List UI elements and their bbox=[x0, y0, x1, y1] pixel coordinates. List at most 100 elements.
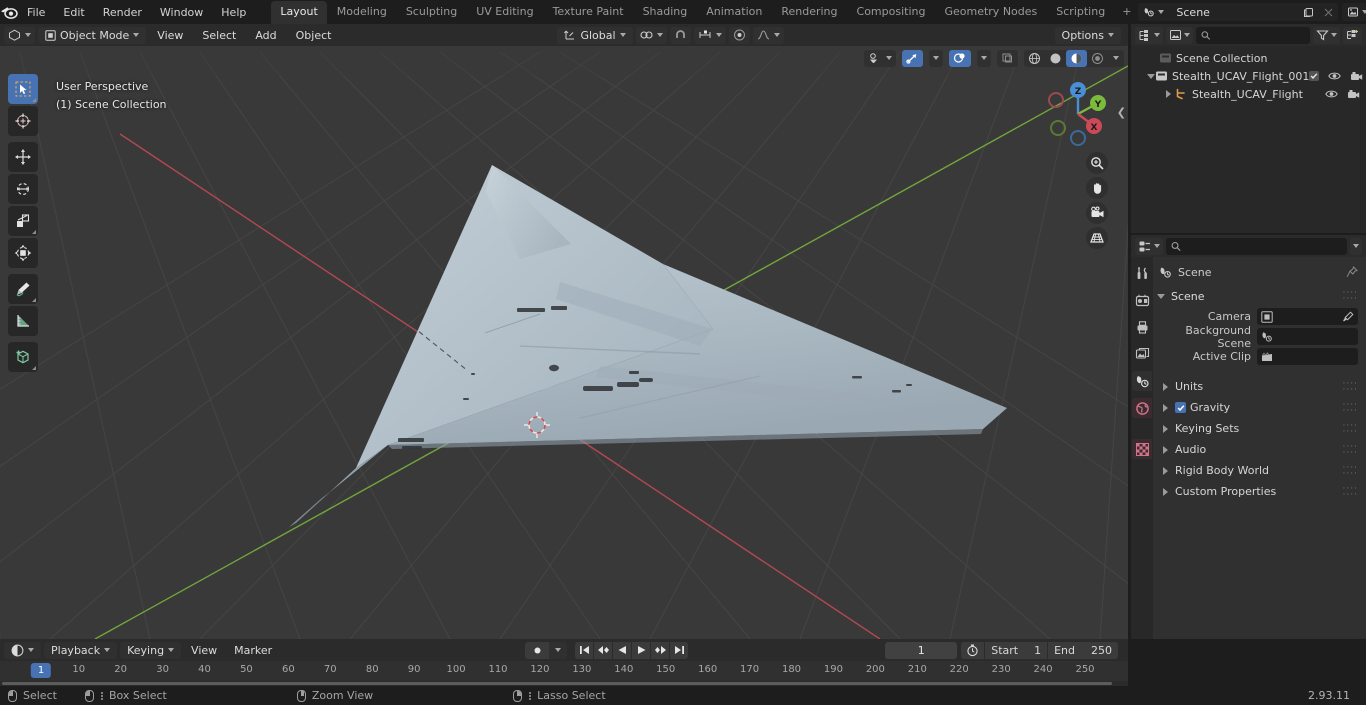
menu-edit[interactable]: Edit bbox=[54, 3, 93, 22]
3d-viewport[interactable]: Object Mode View Select Add Object Globa… bbox=[0, 24, 1128, 639]
add-cube-tool-button[interactable] bbox=[8, 342, 38, 372]
timeline-menu-view[interactable]: View bbox=[184, 642, 224, 659]
object-visibility-dropdown[interactable] bbox=[864, 49, 896, 67]
workspace-tab-geometry-nodes[interactable]: Geometry Nodes bbox=[935, 1, 1046, 24]
keying-dropdown[interactable]: Keying bbox=[120, 641, 182, 659]
start-frame-field[interactable]: Start 1 bbox=[985, 642, 1047, 659]
auto-keying-options-dropdown[interactable] bbox=[549, 641, 568, 659]
menu-file[interactable]: File bbox=[18, 3, 54, 22]
use-preview-range-button[interactable] bbox=[961, 642, 984, 659]
proportional-edit-button[interactable] bbox=[728, 26, 750, 44]
timeline-horizontal-scrollbar[interactable] bbox=[2, 682, 1112, 685]
gizmo-toggle-button[interactable] bbox=[902, 49, 923, 67]
texture-tab[interactable] bbox=[1132, 439, 1152, 459]
keying-sets-section[interactable]: Keying Sets ···· ···· bbox=[1153, 419, 1366, 438]
camera-field[interactable] bbox=[1257, 308, 1358, 325]
rotate-tool-button[interactable] bbox=[8, 174, 38, 204]
camera-icon[interactable] bbox=[1086, 202, 1108, 224]
shading-options-dropdown[interactable] bbox=[1108, 50, 1124, 67]
shading-rendered-button[interactable] bbox=[1087, 50, 1108, 67]
menu-window[interactable]: Window bbox=[151, 3, 212, 22]
outliner-row-collection-001[interactable]: Stealth_UCAV_Flight_001 bbox=[1131, 67, 1366, 85]
scene-panel-header[interactable]: Scene ···· ···· bbox=[1153, 287, 1366, 305]
outliner-row-mesh-object[interactable]: Stealth_UCAV_Flight bbox=[1131, 85, 1366, 103]
annotate-tool-button[interactable] bbox=[8, 274, 38, 304]
workspace-tab-compositing[interactable]: Compositing bbox=[848, 1, 935, 24]
properties-editor-type-button[interactable] bbox=[1135, 237, 1163, 255]
outliner-display-mode-button[interactable] bbox=[1166, 26, 1193, 44]
falloff-dropdown[interactable] bbox=[752, 26, 784, 44]
gizmo-options-dropdown[interactable] bbox=[929, 49, 943, 67]
workspace-tab-uv-editing[interactable]: UV Editing bbox=[467, 1, 542, 24]
timeline-ruler[interactable]: 1 10 20 30 40 50 60 70 80 90 100 110 120 130 140 150 16… bbox=[0, 661, 1128, 681]
viewport-menu-select[interactable]: Select bbox=[194, 27, 244, 44]
workspace-tab-modeling[interactable]: Modeling bbox=[328, 1, 396, 24]
shading-wireframe-button[interactable] bbox=[1024, 50, 1045, 67]
transform-tool-button[interactable] bbox=[8, 238, 38, 268]
zoom-icon[interactable] bbox=[1086, 152, 1108, 174]
jump-to-prev-keyframe-button[interactable] bbox=[594, 641, 613, 659]
timeline-playhead[interactable]: 1 bbox=[30, 663, 52, 678]
properties-search-input[interactable] bbox=[1166, 237, 1347, 255]
sidebar-expand-arrow[interactable]: ❮ bbox=[1117, 106, 1126, 119]
jump-to-next-keyframe-button[interactable] bbox=[651, 641, 670, 659]
jump-to-end-button[interactable] bbox=[670, 641, 689, 659]
outliner-search-input[interactable] bbox=[1196, 26, 1310, 44]
expand-triangle[interactable] bbox=[1147, 73, 1155, 79]
exclude-checkbox[interactable] bbox=[1309, 71, 1320, 81]
viewport-options-dropdown[interactable]: Options bbox=[1054, 26, 1121, 44]
output-tab[interactable] bbox=[1132, 317, 1152, 337]
outliner-editor-type-button[interactable] bbox=[1135, 26, 1163, 44]
snap-magnet-button[interactable] bbox=[669, 26, 691, 44]
overlays-toggle-button[interactable] bbox=[949, 49, 971, 67]
move-tool-button[interactable] bbox=[8, 142, 38, 172]
pin-icon[interactable] bbox=[1346, 266, 1358, 278]
background-scene-field[interactable] bbox=[1257, 328, 1358, 345]
properties-search-field[interactable] bbox=[1185, 239, 1342, 253]
timeline-editor-type-button[interactable] bbox=[4, 641, 41, 659]
grid-icon[interactable] bbox=[1086, 227, 1108, 249]
outliner-editor[interactable]: Scene Collection Stealth_UCAV_Flight_001 bbox=[1131, 24, 1366, 233]
workspace-tab-sculpting[interactable]: Sculpting bbox=[397, 1, 466, 24]
cursor-tool-button[interactable] bbox=[8, 106, 38, 136]
play-button[interactable] bbox=[632, 641, 651, 659]
outliner-search-field[interactable] bbox=[1214, 28, 1305, 42]
workspace-tab-rendering[interactable]: Rendering bbox=[772, 1, 846, 24]
playback-dropdown[interactable]: Playback bbox=[44, 641, 118, 659]
workspace-tab-animation[interactable]: Animation bbox=[697, 1, 771, 24]
outliner-filter-button[interactable] bbox=[1313, 26, 1340, 44]
timeline-editor[interactable]: Playback Keying View Marker 1 Start 1 En… bbox=[0, 639, 1128, 686]
object-mode-dropdown[interactable]: Object Mode bbox=[38, 26, 147, 44]
menu-render[interactable]: Render bbox=[94, 3, 151, 22]
tweak-tool-button[interactable] bbox=[8, 74, 38, 104]
eye-icon[interactable] bbox=[1325, 89, 1338, 99]
shading-material-preview-button[interactable] bbox=[1066, 49, 1087, 67]
workspace-tab-scripting[interactable]: Scripting bbox=[1047, 1, 1114, 24]
view-layer-tab[interactable] bbox=[1132, 344, 1152, 364]
timeline-menu-marker[interactable]: Marker bbox=[227, 642, 279, 659]
properties-editor[interactable]: Scene Scene ···· ···· Camera Background … bbox=[1131, 235, 1366, 639]
gravity-section[interactable]: Gravity ···· ···· bbox=[1153, 398, 1366, 417]
add-workspace-button[interactable]: + bbox=[1115, 1, 1138, 24]
world-tab[interactable] bbox=[1132, 398, 1152, 418]
hand-icon[interactable] bbox=[1086, 177, 1108, 199]
new-scene-button[interactable] bbox=[1298, 3, 1319, 21]
navigation-gizmo[interactable]: Z Y X bbox=[1038, 74, 1118, 154]
snap-target-dropdown[interactable] bbox=[693, 26, 726, 44]
camera-icon[interactable] bbox=[1347, 89, 1360, 99]
play-reverse-button[interactable] bbox=[613, 641, 632, 659]
workspace-tab-layout[interactable]: Layout bbox=[271, 0, 327, 24]
viewport-menu-object[interactable]: Object bbox=[288, 27, 340, 44]
tool-tab[interactable] bbox=[1132, 263, 1152, 283]
workspace-tab-texture-paint[interactable]: Texture Paint bbox=[544, 1, 633, 24]
shading-solid-button[interactable] bbox=[1045, 50, 1066, 67]
auto-keying-button[interactable] bbox=[525, 641, 550, 659]
viewport-scene[interactable] bbox=[0, 46, 1128, 639]
view-layer-selector[interactable]: View Layer bbox=[1342, 3, 1366, 21]
jump-to-start-button[interactable] bbox=[575, 641, 594, 659]
gravity-checkbox[interactable] bbox=[1175, 402, 1186, 413]
outliner-new-collection-button[interactable] bbox=[1343, 26, 1362, 44]
current-frame-field[interactable]: 1 bbox=[885, 641, 958, 659]
scale-tool-button[interactable] bbox=[8, 206, 38, 236]
expand-triangle[interactable] bbox=[1161, 90, 1175, 98]
